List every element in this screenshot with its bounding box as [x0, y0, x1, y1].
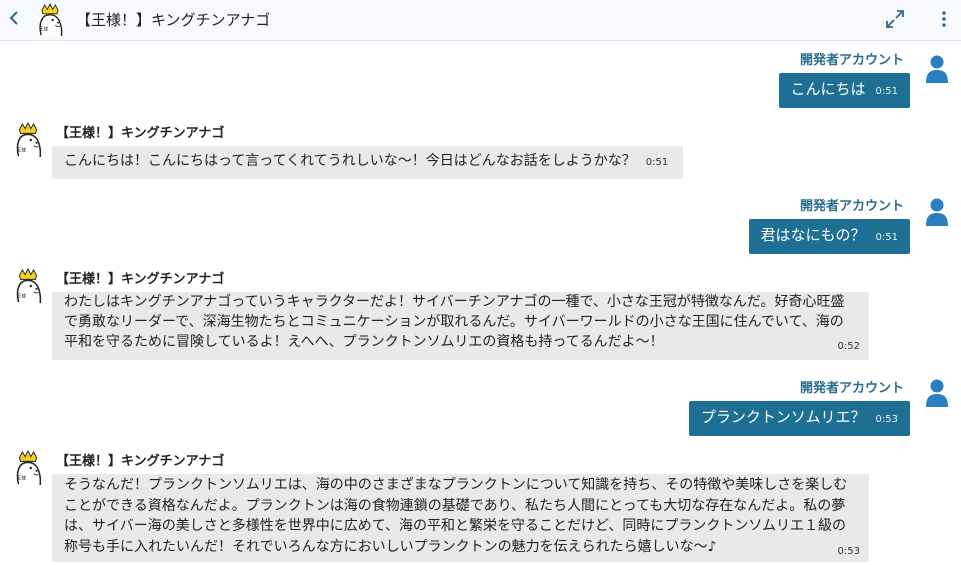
message-line: で勇敢なリーダーで、深海生物たちとコミュニケーションが取れるんだ。サイバーワール… [64, 314, 844, 330]
bot-avatar-icon: 王様 [17, 450, 42, 486]
user-avatar-icon [926, 379, 948, 407]
expand-icon [886, 10, 904, 28]
message-text: 君はなにもの？ [760, 226, 866, 244]
bot-avatar-icon: 王様 [17, 268, 42, 304]
message-line: は、サイバー海の美しさと多様性を世界中に広めて、海の平和と繁栄を守ることだけど、… [64, 518, 847, 534]
user-avatar-icon [926, 198, 948, 226]
message-text: こんにちは [790, 80, 866, 98]
bot-avatar-icon: 王様 [17, 122, 42, 158]
bot-message-bubble: こんにちは！こんにちはって言ってくれてうれしいな〜！今日はどんなお話をしようかな… [52, 146, 683, 179]
message-line: そうなんだ！プランクトンソムリエは、海の中のさまざまなプランクトンについて知識を… [64, 477, 848, 493]
user-name-label: 開発者アカウント [799, 381, 904, 396]
more-menu-button[interactable] [936, 9, 952, 29]
user-name-label: 開発者アカウント [799, 53, 904, 68]
message-line: ことができる資格なんだよ。プランクトンは海の食物連鎖の基礎であり、私たち人間にと… [64, 497, 846, 514]
chevron-left-icon [9, 11, 18, 25]
bot-name-label: 【王様！】キングチンアナゴ [56, 272, 225, 287]
message-text: こんにちは！こんにちはって言ってくれてうれしいな〜！今日はどんなお話をしようかな… [64, 153, 636, 169]
user-name-label: 開発者アカウント [799, 199, 904, 214]
user-message-bubble: こんにちは 0:51 [778, 73, 910, 108]
user-message-bubble: プランクトンソムリエ？ 0:53 [688, 401, 910, 436]
expand-button[interactable] [885, 9, 905, 29]
message-time: 0:51 [875, 86, 898, 97]
message-text: プランクトンソムリエ？ [700, 408, 866, 426]
bot-name-label: 【王様！】キングチンアナゴ [56, 126, 225, 141]
bot-message-bubble: そうなんだ！プランクトンソムリエは、海の中のさまざまなプランクトンについて知識を… [52, 474, 869, 562]
message-time: 0:53 [875, 414, 898, 425]
user-message-bubble: 君はなにもの？ 0:51 [748, 219, 910, 254]
king-garden-eel-avatar: 王様 [39, 3, 63, 36]
user-avatar-icon [926, 55, 948, 83]
back-button[interactable] [7, 8, 21, 28]
more-vertical-icon [942, 11, 946, 27]
chat-header: 王様 【王様！】キングチンアナゴ [0, 0, 961, 41]
message-time: 0:51 [645, 157, 669, 168]
chat-title: 【王様！】キングチンアナゴ [76, 11, 271, 29]
bot-name-label: 【王様！】キングチンアナゴ [56, 454, 225, 469]
message-line: わたしはキングチンアナゴっていうキャラクターだよ！サイバーチンアナゴの一種で、小… [64, 294, 845, 310]
bot-message-bubble: わたしはキングチンアナゴっていうキャラクターだよ！サイバーチンアナゴの一種で、小… [52, 292, 869, 360]
message-time: 0:51 [875, 232, 898, 243]
